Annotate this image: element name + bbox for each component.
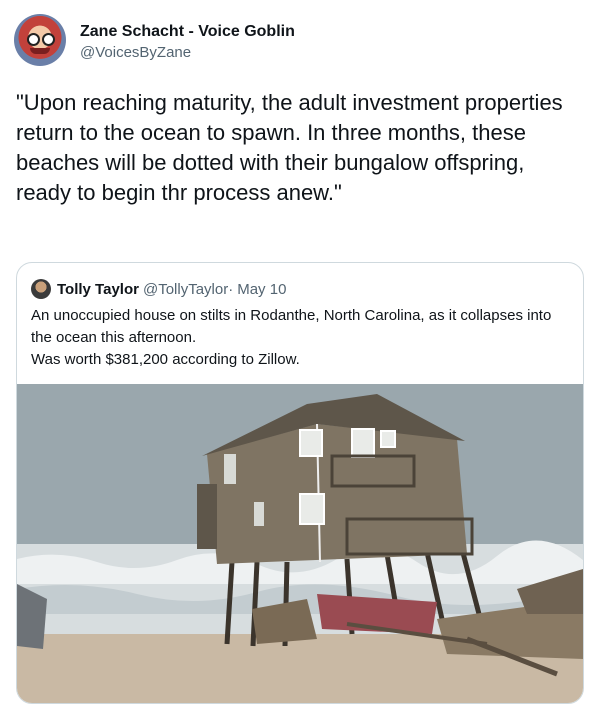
window bbox=[299, 429, 323, 457]
window bbox=[351, 428, 375, 458]
side-deck bbox=[197, 484, 217, 549]
separator-dot: · bbox=[228, 280, 234, 298]
quoted-author-avatar bbox=[31, 279, 51, 299]
window bbox=[299, 493, 325, 525]
collapsing-house-photo[interactable] bbox=[17, 384, 583, 703]
quoted-author-handle: @TollyTaylor bbox=[142, 280, 229, 298]
quoted-tweet-header: Tolly Taylor @TollyTaylor · May 10 bbox=[31, 278, 286, 300]
quoted-tweet-text: An unoccupied house on stilts in Rodanth… bbox=[31, 307, 552, 368]
avatar-eye-left bbox=[27, 33, 40, 46]
window bbox=[254, 502, 264, 526]
house-body bbox=[207, 424, 467, 564]
avatar-eye-right bbox=[42, 33, 55, 46]
tweet-header: Zane Schacht - Voice Goblin @VoicesByZan… bbox=[14, 14, 574, 70]
tweet-text: "Upon reaching maturity, the adult inves… bbox=[16, 90, 569, 205]
author-display-name[interactable]: Zane Schacht - Voice Goblin bbox=[80, 22, 295, 42]
quoted-tweet-date: May 10 bbox=[237, 280, 287, 298]
window bbox=[380, 430, 396, 448]
author-names: Zane Schacht - Voice Goblin @VoicesByZan… bbox=[80, 22, 295, 63]
window bbox=[224, 454, 236, 484]
author-handle[interactable]: @VoicesByZane bbox=[80, 43, 295, 63]
quoted-author-name: Tolly Taylor bbox=[57, 280, 139, 298]
author-avatar[interactable] bbox=[14, 14, 66, 66]
quoted-tweet-card[interactable]: Tolly Taylor @TollyTaylor · May 10 An un… bbox=[16, 262, 584, 704]
avatar-mouth bbox=[30, 48, 50, 54]
